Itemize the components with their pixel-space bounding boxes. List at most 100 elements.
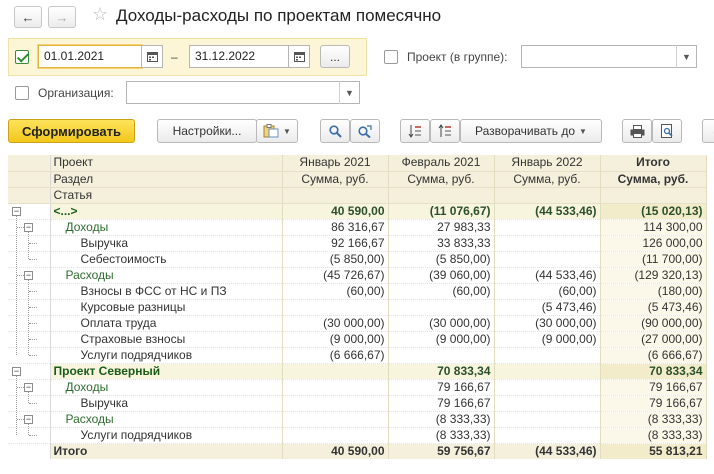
header-cell[interactable]: Проект xyxy=(50,155,283,172)
project-input[interactable] xyxy=(521,45,697,68)
total-amount-cell: 126 000,00 xyxy=(600,235,707,252)
header-cell[interactable] xyxy=(282,187,389,204)
row-label: Услуги подрядчиков xyxy=(50,427,283,444)
row-label: Проект Северный xyxy=(50,363,283,380)
table-row[interactable]: Выручка 92 166,67 33 833,33 126 000,00 xyxy=(8,235,707,252)
project-dropdown-button[interactable]: ▼ xyxy=(676,45,696,68)
amount-cell xyxy=(494,379,601,396)
collapse-toggle-icon[interactable]: − xyxy=(24,414,33,424)
amount-cell: (60,00) xyxy=(282,283,389,300)
section-row[interactable]: Расходы (45 726,67) (39 060,00) (44 533,46)… xyxy=(8,267,707,284)
tree-connector xyxy=(29,307,37,308)
forward-button[interactable]: → xyxy=(48,6,76,28)
amount-cell: (44 533,46) xyxy=(494,443,601,459)
report-table: Проект Январь 2021 Февраль 2021 Январь 2022… xyxy=(8,155,707,459)
more-actions-button[interactable]: J xyxy=(702,119,714,143)
group-row[interactable]: Проект Северный 70 833,34 70 833,34 xyxy=(8,363,707,380)
arrow-right-icon: → xyxy=(55,9,69,25)
expand-to-label: Разворачивать до xyxy=(475,124,576,138)
date-from-calendar-button[interactable] xyxy=(141,45,163,68)
collapse-all-button[interactable] xyxy=(430,119,460,143)
period-checkbox[interactable] xyxy=(15,50,29,64)
header-cell[interactable] xyxy=(494,187,601,204)
collapse-toggle-icon[interactable]: − xyxy=(24,382,33,392)
favorite-star-icon[interactable]: ☆ xyxy=(92,4,108,25)
header-cell[interactable]: Сумма, руб. xyxy=(600,171,707,188)
header-cell[interactable] xyxy=(388,187,495,204)
table-row[interactable]: Себестоимость (5 850,00) (5 850,00) (11 700… xyxy=(8,251,707,268)
header-cell[interactable]: Январь 2022 xyxy=(494,155,601,172)
table-row[interactable]: Услуги подрядчиков (6 666,67) (6 666,67) xyxy=(8,347,707,364)
amount-cell: (9 000,00) xyxy=(388,331,495,348)
project-label: Проект (в группе): xyxy=(407,50,508,64)
tree-connector xyxy=(17,387,24,388)
collapse-toggle-icon[interactable]: − xyxy=(12,366,21,376)
header-cell[interactable]: Сумма, руб. xyxy=(282,171,389,188)
total-amount-cell: (27 000,00) xyxy=(600,331,707,348)
total-amount-cell: (11 700,00) xyxy=(600,251,707,268)
amount-cell xyxy=(388,299,495,316)
header-cell[interactable]: Февраль 2021 xyxy=(388,155,495,172)
organization-checkbox[interactable] xyxy=(15,86,29,100)
amount-cell xyxy=(282,427,389,444)
organization-dropdown-button[interactable]: ▼ xyxy=(339,81,359,104)
search-button[interactable] xyxy=(320,119,350,143)
collapse-toggle-icon[interactable]: − xyxy=(24,222,33,232)
table-row[interactable]: Курсовые разницы (5 473,46) (5 473,46) xyxy=(8,299,707,316)
header-cell[interactable]: Статья xyxy=(50,187,283,204)
collapse-toggle-icon[interactable]: − xyxy=(12,206,21,216)
table-row[interactable]: Оплата труда (30 000,00) (30 000,00) (30 00… xyxy=(8,315,707,332)
date-to-calendar-button[interactable] xyxy=(288,45,310,68)
variant-menu-button[interactable]: ▼ xyxy=(256,119,298,143)
amount-cell xyxy=(494,219,601,236)
section-row[interactable]: Доходы 79 166,67 79 166,67 xyxy=(8,379,707,396)
search-refresh-icon xyxy=(358,124,372,138)
header-cell[interactable]: Январь 2021 xyxy=(282,155,389,172)
amount-cell: (8 333,33) xyxy=(388,427,495,444)
group-row[interactable]: <...> 40 590,00 (11 076,67) (44 533,46) (15 … xyxy=(8,203,707,220)
tree-connector xyxy=(17,419,24,420)
header-cell[interactable]: Сумма, руб. xyxy=(388,171,495,188)
settings-button[interactable]: Настройки... xyxy=(157,119,257,143)
section-row[interactable]: Расходы (8 333,33) (8 333,33) xyxy=(8,411,707,428)
section-row[interactable]: Доходы 86 316,67 27 983,33 114 300,00 xyxy=(8,219,707,236)
table-row[interactable]: Услуги подрядчиков (8 333,33) (8 333,33) xyxy=(8,427,707,444)
table-row[interactable]: Выручка 79 166,67 79 166,67 xyxy=(8,395,707,412)
print-button[interactable] xyxy=(622,119,652,143)
period-select-button[interactable]: ... xyxy=(320,45,350,68)
search-reset-button[interactable] xyxy=(350,119,380,143)
header-cell[interactable]: Сумма, руб. xyxy=(494,171,601,188)
header-cell[interactable]: Раздел xyxy=(50,171,283,188)
amount-cell xyxy=(494,347,601,364)
amount-cell: (45 726,67) xyxy=(282,267,389,284)
amount-cell: (60,00) xyxy=(388,283,495,300)
printer-icon xyxy=(630,124,644,138)
amount-cell: 59 756,67 xyxy=(388,443,495,459)
date-to-input[interactable]: 31.12.2022 xyxy=(189,45,289,68)
tree-connector xyxy=(16,376,17,435)
expand-to-level-button[interactable]: Разворачивать до ▼ xyxy=(460,119,602,143)
amount-cell xyxy=(282,411,389,428)
total-row[interactable]: Итого 40 590,00 59 756,67 (44 533,46) 55 813… xyxy=(8,443,707,459)
print-preview-button[interactable] xyxy=(652,119,682,143)
collapse-toggle-icon[interactable]: − xyxy=(24,270,33,280)
row-label: Расходы xyxy=(50,267,283,284)
row-label: Итого xyxy=(50,443,283,459)
expand-all-button[interactable] xyxy=(400,119,430,143)
table-row[interactable]: Страховые взносы (9 000,00) (9 000,00) (9 0… xyxy=(8,331,707,348)
generate-button[interactable]: Сформировать xyxy=(8,119,135,143)
table-row[interactable]: Взносы в ФСС от НС и ПЗ (60,00) (60,00) (60… xyxy=(8,283,707,300)
amount-cell: 79 166,67 xyxy=(388,379,495,396)
header-cell[interactable] xyxy=(600,187,707,204)
tree-connector xyxy=(28,280,29,355)
project-checkbox[interactable] xyxy=(384,50,398,64)
header-cell[interactable]: Итого xyxy=(600,155,707,172)
amount-cell: (44 533,46) xyxy=(494,203,601,220)
back-button[interactable]: ← xyxy=(14,6,42,28)
amount-cell: (39 060,00) xyxy=(388,267,495,284)
total-amount-cell: (180,00) xyxy=(600,283,707,300)
tree-gutter xyxy=(8,443,51,459)
date-from-input[interactable]: 01.01.2021 xyxy=(38,45,142,68)
total-amount-cell: (8 333,33) xyxy=(600,427,707,444)
organization-input[interactable] xyxy=(126,81,360,104)
